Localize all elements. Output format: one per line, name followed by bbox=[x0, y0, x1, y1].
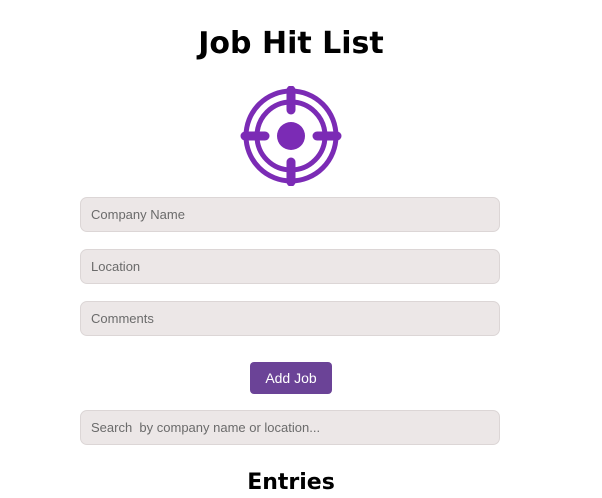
add-job-button[interactable]: Add Job bbox=[250, 362, 332, 394]
crosshair-target-icon bbox=[240, 86, 342, 186]
search-input[interactable] bbox=[80, 410, 500, 445]
location-input[interactable] bbox=[80, 249, 500, 284]
comments-input[interactable] bbox=[80, 301, 500, 336]
entries-heading: Entries bbox=[247, 470, 335, 495]
job-hit-list-app: Job Hit List Add Job Entries bbox=[0, 0, 602, 497]
company-name-input[interactable] bbox=[80, 197, 500, 232]
page-title: Job Hit List bbox=[198, 26, 384, 61]
